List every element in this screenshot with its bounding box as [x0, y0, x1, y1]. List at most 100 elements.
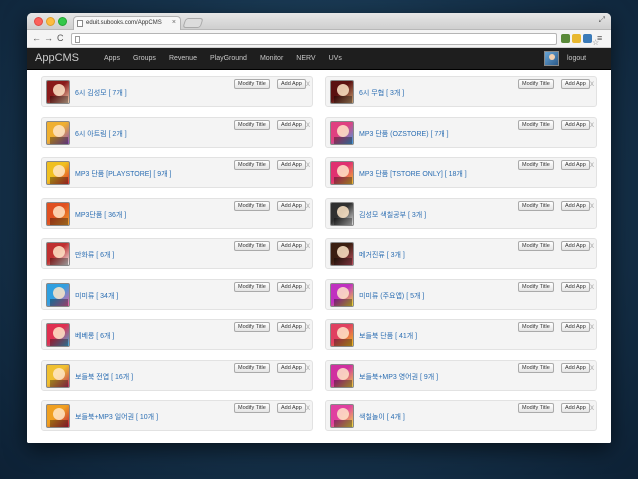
add-app-button[interactable]: Add App [277, 119, 306, 130]
modify-title-button[interactable]: Modify Title [518, 160, 554, 170]
modify-title-button[interactable]: Modify Title [518, 200, 554, 211]
nav-item-nerv[interactable]: NERV [289, 48, 321, 70]
app-thumbnail [330, 120, 354, 145]
group-title-link[interactable]: MP3단품 [ 36개 ] [75, 210, 126, 220]
group-title-link[interactable]: 만화류 [ 6개 ] [75, 250, 114, 260]
avatar[interactable] [544, 51, 559, 66]
nav-item-uvs[interactable]: UVs [322, 48, 348, 70]
add-app-button[interactable]: Add App [561, 403, 590, 413]
add-app-button[interactable]: Add App [277, 79, 306, 89]
add-app-button[interactable]: Add App [561, 362, 590, 373]
logout-link[interactable]: logout [567, 55, 586, 62]
group-title-link[interactable]: 6시 무협 [ 3개 ] [359, 88, 404, 98]
add-app-button[interactable]: Add App [277, 281, 306, 292]
remove-icon[interactable]: x [306, 160, 310, 170]
back-icon[interactable]: ← [32, 33, 41, 43]
add-app-button[interactable]: Add App [277, 160, 306, 170]
add-app-button[interactable]: Add App [277, 362, 306, 373]
remove-icon[interactable]: x [590, 403, 594, 413]
group-title-link[interactable]: 보들북+MP3 영어권 [ 9개 ] [359, 372, 438, 382]
remove-icon[interactable]: x [306, 322, 310, 332]
group-card: 보들북+MP3 일어권 [ 10개 ] Modify Title Add App x [41, 400, 313, 431]
nav-item-playground[interactable]: PlayGround [203, 48, 253, 70]
remove-icon[interactable]: x [306, 282, 310, 292]
remove-icon[interactable]: x [306, 201, 310, 211]
group-title-link[interactable]: MP3 단품 [PLAYSTORE] [ 9개 ] [75, 169, 171, 179]
modify-title-button[interactable]: Modify Title [234, 362, 270, 373]
extension-icon[interactable] [561, 34, 570, 43]
remove-icon[interactable]: x [306, 241, 310, 251]
nav-item-apps[interactable]: Apps [97, 48, 126, 70]
forward-icon[interactable]: → [44, 33, 53, 43]
add-app-button[interactable]: Add App [561, 322, 590, 332]
app-brand[interactable]: AppCMS [35, 52, 79, 64]
remove-icon[interactable]: x [590, 201, 594, 211]
remove-icon[interactable]: x [306, 363, 310, 373]
add-app-button[interactable]: Add App [277, 322, 306, 332]
extension-icon[interactable] [583, 34, 592, 43]
modify-title-button[interactable]: Modify Title [234, 403, 270, 413]
remove-icon[interactable]: x [590, 322, 594, 332]
app-navbar: AppCMS Apps Groups Revenue PlayGround Mo… [27, 48, 611, 70]
group-title-link[interactable]: 보들북+MP3 일어권 [ 10개 ] [75, 412, 158, 422]
remove-icon[interactable]: x [590, 363, 594, 373]
group-title-link[interactable]: 베베롱 [ 6개 ] [75, 331, 114, 341]
modify-title-button[interactable]: Modify Title [234, 322, 270, 332]
add-app-button[interactable]: Add App [277, 200, 306, 211]
minimize-window-button[interactable] [46, 17, 55, 26]
browser-tab[interactable]: eduit.subooks.com/AppCMS × [73, 16, 181, 30]
address-bar[interactable]: ☆ [71, 33, 599, 47]
group-title-link[interactable]: 보들북 단품 [ 41개 ] [359, 331, 417, 341]
add-app-button[interactable]: Add App [561, 79, 590, 89]
modify-title-button[interactable]: Modify Title [518, 79, 554, 89]
fullscreen-icon[interactable]: ⤢ [599, 15, 605, 25]
remove-icon[interactable]: x [306, 79, 310, 89]
modify-title-button[interactable]: Modify Title [234, 281, 270, 292]
nav-item-revenue[interactable]: Revenue [162, 48, 203, 70]
remove-icon[interactable]: x [306, 403, 310, 413]
group-title-link[interactable]: 메거진류 [ 3개 ] [359, 250, 405, 260]
add-app-button[interactable]: Add App [561, 241, 590, 251]
group-title-link[interactable]: 미미류 [ 34개 ] [75, 291, 118, 301]
modify-title-button[interactable]: Modify Title [518, 119, 554, 130]
modify-title-button[interactable]: Modify Title [234, 241, 270, 251]
modify-title-button[interactable]: Modify Title [518, 403, 554, 413]
remove-icon[interactable]: x [590, 241, 594, 251]
group-title-link[interactable]: 보들북 전엽 [ 16개 ] [75, 372, 133, 382]
nav-item-groups[interactable]: Groups [126, 48, 162, 70]
modify-title-button[interactable]: Modify Title [518, 281, 554, 292]
modify-title-button[interactable]: Modify Title [234, 200, 270, 211]
modify-title-button[interactable]: Modify Title [518, 322, 554, 332]
remove-icon[interactable]: x [306, 120, 310, 130]
modify-title-button[interactable]: Modify Title [518, 362, 554, 373]
reload-icon[interactable]: C [57, 33, 64, 43]
add-app-button[interactable]: Add App [561, 281, 590, 292]
group-title-link[interactable]: 미미류 (주요앱) [ 5개 ] [359, 291, 424, 301]
modify-title-button[interactable]: Modify Title [518, 241, 554, 251]
add-app-button[interactable]: Add App [277, 241, 306, 251]
remove-icon[interactable]: x [590, 282, 594, 292]
remove-icon[interactable]: x [590, 120, 594, 130]
extension-icon[interactable] [572, 34, 581, 43]
browser-menu-icon[interactable]: ≡ [597, 33, 602, 43]
tab-close-icon[interactable]: × [172, 19, 176, 26]
remove-icon[interactable]: x [590, 79, 594, 89]
remove-icon[interactable]: x [590, 160, 594, 170]
add-app-button[interactable]: Add App [561, 119, 590, 130]
group-title-link[interactable]: MP3 단품 (OZSTORE) [ 7개 ] [359, 129, 449, 139]
modify-title-button[interactable]: Modify Title [234, 79, 270, 89]
group-title-link[interactable]: 김성모 색칠공부 [ 3개 ] [359, 210, 426, 220]
group-title-link[interactable]: MP3 단품 [TSTORE ONLY] [ 18개 ] [359, 169, 467, 179]
add-app-button[interactable]: Add App [561, 200, 590, 211]
group-title-link[interactable]: 6시 아트림 [ 2개 ] [75, 129, 127, 139]
close-window-button[interactable] [34, 17, 43, 26]
new-tab-button[interactable] [182, 18, 204, 28]
group-title-link[interactable]: 6시 김성모 [ 7개 ] [75, 88, 127, 98]
nav-item-monitor[interactable]: Monitor [253, 48, 289, 70]
modify-title-button[interactable]: Modify Title [234, 160, 270, 170]
group-title-link[interactable]: 색칠놀이 [ 4개 ] [359, 412, 405, 422]
zoom-window-button[interactable] [58, 17, 67, 26]
add-app-button[interactable]: Add App [277, 403, 306, 413]
modify-title-button[interactable]: Modify Title [234, 119, 270, 130]
add-app-button[interactable]: Add App [561, 160, 590, 170]
